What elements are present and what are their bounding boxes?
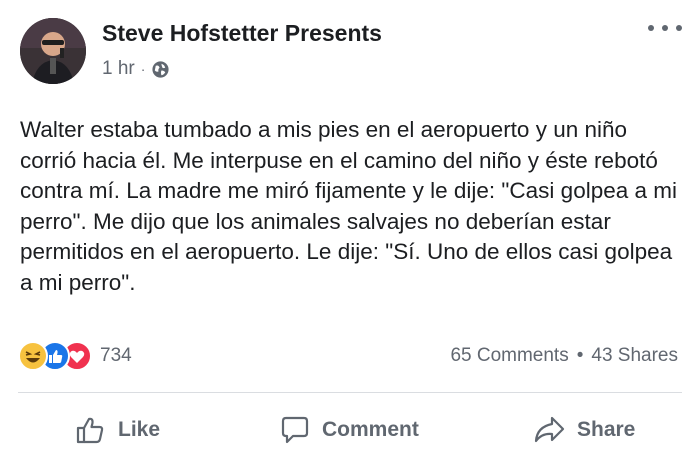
comment-label: Comment xyxy=(322,418,419,441)
author-name[interactable]: Steve Hofstetter Presents xyxy=(102,20,382,47)
post-meta: 1 hr · xyxy=(102,58,170,80)
stats-separator: • xyxy=(576,345,584,366)
globe-icon[interactable] xyxy=(151,60,170,79)
comment-bubble-icon xyxy=(281,416,309,444)
share-button[interactable]: Share xyxy=(533,410,635,450)
comments-count[interactable]: 65 Comments xyxy=(450,345,568,367)
divider xyxy=(18,392,682,393)
author-photo xyxy=(20,18,86,84)
share-arrow-icon xyxy=(534,416,565,443)
haha-reaction-icon xyxy=(18,341,48,371)
author-avatar[interactable] xyxy=(20,18,86,84)
like-button[interactable]: Like xyxy=(74,410,160,450)
meta-separator: · xyxy=(140,61,146,77)
facebook-post: Steve Hofstetter Presents 1 hr · Walter … xyxy=(0,0,700,467)
more-options-icon[interactable] xyxy=(648,18,682,38)
post-timestamp[interactable]: 1 hr xyxy=(102,58,135,80)
shares-count[interactable]: 43 Shares xyxy=(591,345,678,367)
thumbs-up-icon xyxy=(76,417,104,444)
share-label: Share xyxy=(577,418,636,441)
reaction-count: 734 xyxy=(100,345,132,366)
engagement-stats: 65 Comments • 43 Shares xyxy=(450,345,678,367)
post-body: Walter estaba tumbado a mis pies en el a… xyxy=(20,117,678,295)
comment-button[interactable]: Comment xyxy=(278,410,419,450)
like-label: Like xyxy=(118,418,161,441)
reactions-summary[interactable]: 734 xyxy=(18,341,132,371)
